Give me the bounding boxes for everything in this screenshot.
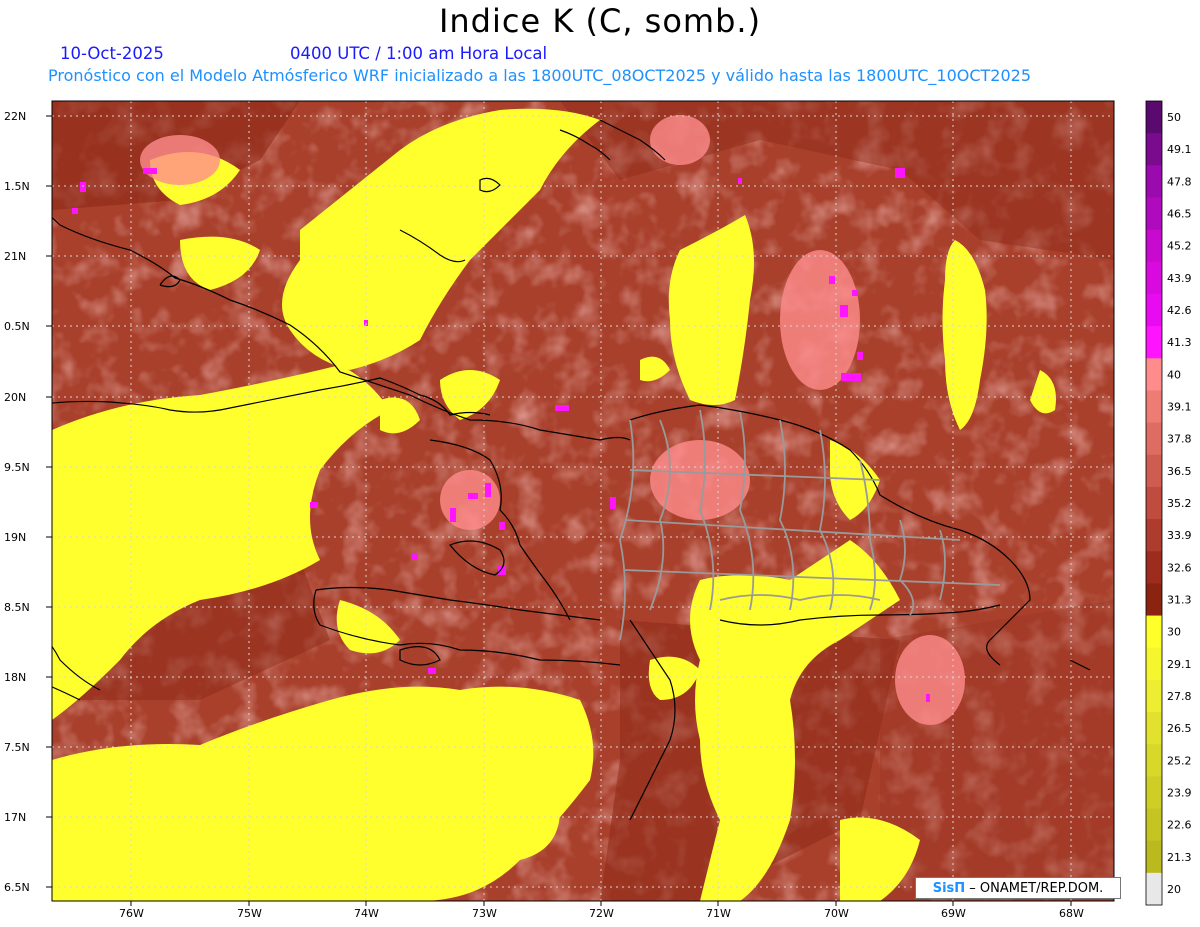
colorbar-label: 43.9 [1167,272,1192,285]
colorbar-label: 26.5 [1167,722,1192,735]
brand-logo: SisΠ [932,881,966,896]
colorbar-swatch [1146,293,1162,327]
colorbar-swatch [1146,551,1162,584]
colorbar-label: 35.2 [1167,497,1192,510]
colorbar-swatch [1146,486,1162,520]
colorbar-swatch [1146,615,1162,649]
colorbar-label: 29.1 [1167,658,1192,671]
lat-axis: 22N 1.5N 21N 0.5N 20N 9.5N 19N 8.5N 18N … [4,110,30,894]
colorbar-swatch [1146,165,1162,198]
lon-label: 76W [119,907,144,920]
lat-label: 6.5N [4,881,30,894]
colorbar-swatch [1146,776,1162,810]
colorbar-swatch [1146,872,1162,906]
colorbar-label: 37.8 [1167,433,1192,446]
colorbar-swatch [1146,454,1162,488]
lon-label: 75W [237,907,262,920]
colorbar-swatch [1146,519,1162,552]
credit-org: – ONAMET/REP.DOM. [965,881,1104,896]
colorbar-swatch [1146,647,1162,681]
colorbar-label: 45.2 [1167,240,1192,253]
colorbar: 50 49.1 47.8 46.5 45.2 43.9 42.6 41.3 40 39.1 37.8… [1145,100,1192,906]
colorbar-swatch [1146,229,1162,263]
colorbar-swatch [1146,101,1162,134]
colorbar-swatch [1146,808,1162,842]
colorbar-label: 39.1 [1167,401,1192,414]
colorbar-swatch [1146,390,1162,424]
colorbar-label: 33.9 [1167,529,1192,542]
colorbar-label: 22.6 [1167,819,1192,832]
colorbar-label: 32.6 [1167,561,1192,574]
colorbar-label: 49.1 [1167,143,1192,156]
lat-label: 9.5N [4,461,30,474]
colorbar-swatch [1146,679,1162,713]
colorbar-swatch [1146,133,1162,166]
colorbar-swatch [1146,583,1162,617]
colorbar-swatch [1146,326,1162,359]
colorbar-swatch [1146,840,1162,874]
lon-ticks [130,901,1072,906]
lat-label: 8.5N [4,601,30,614]
colorbar-swatch [1146,261,1162,295]
colorbar-label: 47.8 [1167,175,1192,188]
lat-label: 20N [4,391,26,404]
colorbar-label: 25.2 [1167,754,1192,767]
lon-label: 70W [824,907,849,920]
lon-label: 73W [472,907,497,920]
lon-label: 72W [589,907,614,920]
lat-ticks [46,115,52,888]
colorbar-label: 31.3 [1167,593,1192,606]
colorbar-label: 27.8 [1167,690,1192,703]
colorbar-label: 50 [1167,111,1181,124]
lat-label: 0.5N [4,320,30,333]
lon-label: 71W [706,907,731,920]
map-figure: 22N 1.5N 21N 0.5N 20N 9.5N 19N 8.5N 18N … [4,100,1192,920]
colorbar-label: 23.9 [1167,786,1192,799]
colorbar-label: 36.5 [1167,465,1192,478]
colorbar-label: 20 [1167,883,1181,896]
colorbar-label: 41.3 [1167,336,1192,349]
colorbar-label: 46.5 [1167,208,1192,221]
lon-label: 69W [941,907,966,920]
k-index-field [52,101,1114,901]
lat-label: 22N [4,110,26,123]
lat-label: 1.5N [4,180,30,193]
colorbar-swatch [1146,358,1162,391]
lat-label: 7.5N [4,741,30,754]
colorbar-label: 21.3 [1167,851,1192,864]
colorbar-swatch [1146,744,1162,777]
lat-label: 21N [4,250,26,263]
colorbar-swatch [1146,422,1162,456]
lon-label: 68W [1059,907,1084,920]
colorbar-swatch [1146,197,1162,231]
credit-box: SisΠ – ONAMET/REP.DOM. [915,877,1121,899]
lat-label: 18N [4,671,26,684]
lon-axis: 76W 75W 74W 73W 72W 71W 70W 69W 68W [119,907,1084,920]
colorbar-label: 30 [1167,626,1181,639]
colorbar-label: 42.6 [1167,304,1192,317]
lat-label: 19N [4,531,26,544]
colorbar-swatch [1146,712,1162,745]
colorbar-label: 40 [1167,368,1181,381]
lon-label: 74W [354,907,379,920]
lat-label: 17N [4,811,26,824]
